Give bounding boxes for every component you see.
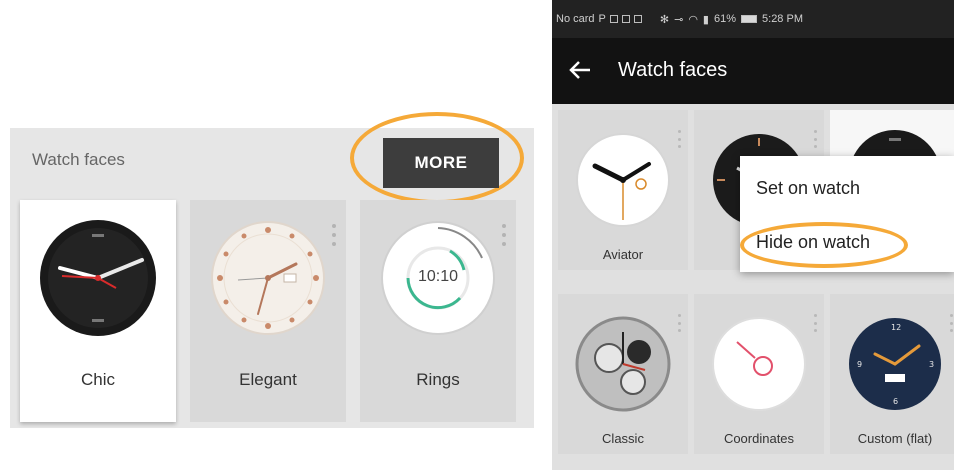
svg-text:3: 3 [929,360,934,369]
battery-icon [741,15,758,23]
face-tile-chic[interactable]: Chic [20,200,176,422]
notification-image-icon [621,15,630,23]
svg-text:9: 9 [857,360,862,369]
key-icon: ⊸ [674,13,684,26]
bluetooth-icon: ✻ [659,13,670,26]
hide-on-watch-highlight-circle [740,222,908,268]
phone-face-tile-classic[interactable]: Classic [558,294,688,454]
status-time: 5:28 PM [762,13,803,25]
phone-screen: No card P ✻ ⊸ ◠ ▮ 61% 5:28 PM Watch face… [552,0,954,470]
e-menu-dots-icon[interactable] [814,130,818,148]
face-label-rings: Rings [416,370,460,389]
custom-flat-menu-dots-icon[interactable] [950,314,954,332]
coordinates-menu-dots-icon[interactable] [814,314,818,332]
classic-menu-dots-icon[interactable] [678,314,682,332]
phone-face-label-custom-flat: Custom (flat) [857,431,933,446]
battery-saver-icon: ▮ [702,13,709,26]
phone-face-label-aviator: Aviator [602,247,644,262]
notification-box-icon [609,15,618,23]
phone-face-tile-aviator[interactable]: Aviator [558,110,688,270]
phone-face-label-classic: Classic [602,431,644,446]
classic-watch-face-icon [575,316,671,412]
set-on-watch-menu-item[interactable]: Set on watch [756,178,860,199]
app-bar-title: Watch faces [618,59,728,81]
svg-text:12: 12 [891,323,901,332]
face-tile-rings[interactable]: 10:10 Rings [360,200,516,422]
coordinates-watch-face-icon [712,317,806,411]
carrier-text: No card [556,13,595,25]
svg-text:6: 6 [893,397,898,406]
wifi-icon: ◠ [688,13,698,26]
notification-message-icon [633,15,642,23]
face-tile-elegant[interactable]: Elegant [190,200,346,422]
notification-p-icon: P [598,13,606,25]
battery-percent: 61% [713,13,737,25]
more-button[interactable]: MORE [383,138,499,188]
custom-flat-watch-face-icon: 12 3 6 9 [849,318,941,410]
aviator-menu-dots-icon[interactable] [678,130,682,148]
app-bar: Watch faces [552,38,954,104]
watch-faces-title: Watch faces [32,150,125,169]
rings-time-text: 10:10 [417,268,459,285]
face-label-elegant: Elegant [239,370,297,389]
face-label-chic: Chic [80,370,115,389]
elegant-watch-face-icon [211,221,325,335]
rings-menu-dots-icon[interactable] [502,224,508,246]
phone-face-label-coordinates: Coordinates [723,431,795,446]
aviator-watch-face-icon [576,133,670,227]
phone-face-tile-custom-flat[interactable]: 12 3 6 9 Custom (flat) [830,294,954,454]
elegant-menu-dots-icon[interactable] [332,224,338,246]
back-arrow-icon[interactable] [566,56,594,84]
chic-watch-face-icon [40,220,156,336]
status-bar: No card P ✻ ⊸ ◠ ▮ 61% 5:28 PM [552,0,954,38]
watch-faces-card: Watch faces MORE Chic Elegant 10:10 Ring… [10,112,534,428]
phone-face-tile-coordinates[interactable]: Coordinates [694,294,824,454]
